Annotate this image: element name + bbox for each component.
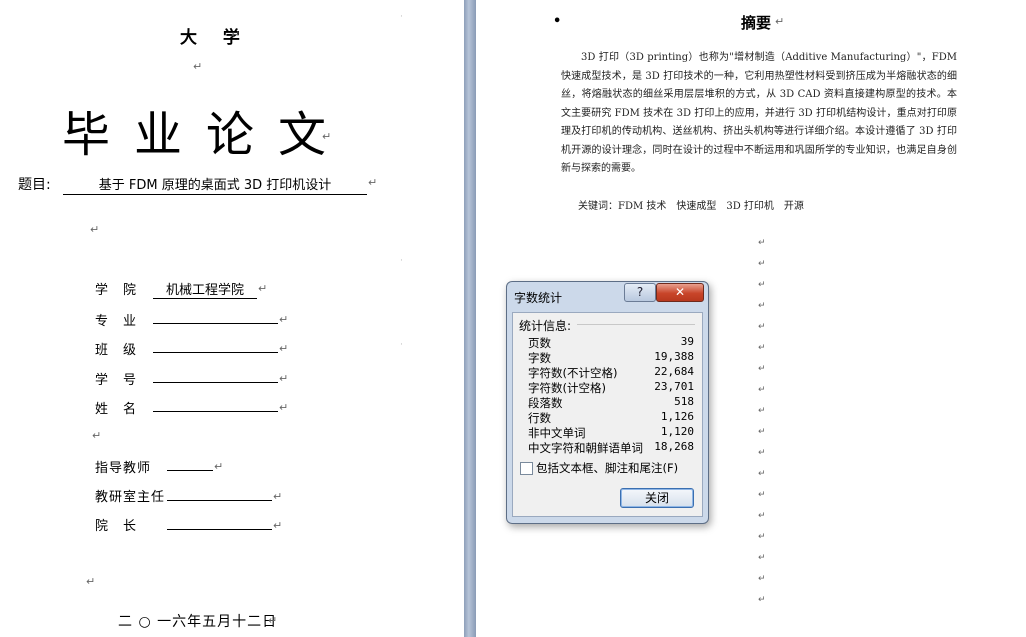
- stat-row: 中文字符和朝鲜语单词 18,268: [528, 440, 694, 455]
- stat-label: 字符数(计空格): [528, 381, 606, 395]
- paragraph-mark: ↵: [268, 614, 278, 627]
- paragraph-mark: ↵: [758, 427, 766, 437]
- paragraph-mark: ↵: [775, 15, 785, 28]
- paragraph-mark: ↵: [758, 385, 766, 395]
- field-label-name: 姓 名: [95, 402, 138, 417]
- margin-mark: ·: [400, 12, 403, 22]
- paragraph-mark: ↵: [758, 511, 766, 521]
- field-line-name[interactable]: [153, 411, 278, 412]
- stat-label: 页数: [528, 336, 551, 350]
- stat-label: 段落数: [528, 396, 563, 410]
- submission-date: 二 ○ 一六年五月十二日: [118, 614, 278, 630]
- field-line-class[interactable]: [153, 352, 278, 353]
- paragraph-mark: ↵: [758, 574, 766, 584]
- field-line-advisor[interactable]: [167, 470, 213, 471]
- paragraph-mark: ↵: [758, 448, 766, 458]
- paragraph-mark: ↵: [92, 429, 102, 442]
- paragraph-mark: ↵: [273, 490, 283, 503]
- paragraph-mark: ↵: [279, 372, 289, 385]
- field-line-student-id[interactable]: [153, 382, 278, 383]
- paragraph-mark: ↵: [758, 406, 766, 416]
- paragraph-mark: ↵: [758, 490, 766, 500]
- paragraph-mark: ↵: [758, 280, 766, 290]
- field-label-student-id: 学 号: [95, 373, 138, 388]
- paragraph-mark: ↵: [758, 553, 766, 563]
- stat-value: 23,701: [654, 380, 694, 393]
- topic-label: 题目:: [18, 177, 51, 193]
- thesis-title: 毕业论文: [62, 107, 351, 163]
- stat-row: 非中文单词 1,120: [528, 425, 694, 440]
- bullet-marker: •: [553, 14, 562, 29]
- topic-value: 基于 FDM 原理的桌面式 3D 打印机设计: [63, 174, 367, 195]
- paragraph-mark: ↵: [258, 282, 268, 295]
- field-label-class: 班 级: [95, 343, 138, 358]
- paragraph-mark: ↵: [758, 259, 766, 269]
- stat-value: 1,120: [660, 425, 694, 438]
- paragraph-mark: ↵: [758, 469, 766, 479]
- stat-row: 页数 39: [528, 335, 694, 350]
- paragraph-mark: ↵: [758, 532, 766, 542]
- paragraph-mark: ↵: [193, 60, 203, 73]
- keywords-line[interactable]: 关键词：FDM 技术 快速成型 3D 打印机 开源: [578, 197, 804, 212]
- field-line-dept-head[interactable]: [167, 500, 272, 501]
- stat-row: 字数 19,388: [528, 350, 694, 365]
- include-textboxes-label[interactable]: 包括文本框、脚注和尾注(F): [536, 460, 678, 476]
- page-gap: [464, 0, 476, 637]
- stat-value: 18,268: [654, 440, 694, 453]
- stats-separator: [577, 324, 695, 325]
- field-line-dean[interactable]: [167, 529, 272, 530]
- field-label-dean: 院 长: [95, 519, 138, 534]
- paragraph-mark: ↵: [758, 595, 766, 605]
- paragraph-mark: ↵: [368, 176, 378, 189]
- paragraph-mark: ↵: [758, 364, 766, 374]
- stat-label: 非中文单词: [528, 426, 586, 440]
- stat-label: 行数: [528, 411, 551, 425]
- stat-value: 19,388: [654, 350, 694, 363]
- paragraph-mark: ↵: [279, 342, 289, 355]
- paragraph-mark: ↵: [214, 460, 224, 473]
- stat-label: 字符数(不计空格): [528, 366, 618, 380]
- stat-row: 行数 1,126: [528, 410, 694, 425]
- paragraph-mark: ↵: [758, 238, 766, 248]
- paragraph-mark: ↵: [273, 519, 283, 532]
- stat-row: 字符数(计空格) 23,701: [528, 380, 694, 395]
- margin-mark: ·: [400, 340, 403, 350]
- field-label-dept-head: 教研室主任: [95, 490, 166, 505]
- field-label-college: 学 院: [95, 283, 138, 298]
- close-icon[interactable]: ✕: [656, 283, 704, 302]
- paragraph-mark: ↵: [86, 575, 96, 588]
- paragraph-mark: ↵: [758, 301, 766, 311]
- stat-row: 字符数(不计空格) 22,684: [528, 365, 694, 380]
- paragraph-mark: ↵: [758, 343, 766, 353]
- stat-label: 字数: [528, 351, 551, 365]
- margin-mark: ·: [400, 256, 403, 266]
- stat-row: 段落数 518: [528, 395, 694, 410]
- stat-value: 1,126: [660, 410, 694, 423]
- stat-label: 中文字符和朝鲜语单词: [528, 441, 643, 455]
- include-textboxes-checkbox[interactable]: [520, 462, 533, 475]
- paragraph-mark: ↵: [231, 28, 241, 41]
- stat-value: 39: [680, 335, 694, 348]
- dialog-title: 字数统计: [514, 291, 563, 305]
- field-label-advisor: 指导教师: [95, 461, 152, 476]
- stats-header: 统计信息:: [519, 319, 572, 333]
- stat-value: 22,684: [654, 365, 694, 378]
- paragraph-mark: ↵: [279, 401, 289, 414]
- abstract-title: 摘要: [741, 14, 772, 32]
- field-value-college: 机械工程学院: [153, 279, 257, 299]
- close-button[interactable]: 关闭: [620, 488, 694, 508]
- field-line-major[interactable]: [153, 323, 278, 324]
- paragraph-mark: ↵: [279, 313, 289, 326]
- help-button[interactable]: ?: [624, 283, 656, 302]
- paragraph-mark: ↵: [758, 322, 766, 332]
- stat-value: 518: [674, 395, 694, 408]
- paragraph-mark: ↵: [322, 130, 332, 143]
- paragraph-mark: ↵: [90, 223, 100, 236]
- field-label-major: 专 业: [95, 314, 138, 329]
- abstract-body[interactable]: 3D 打印（3D printing）也称为"增材制造（Additive Manu…: [561, 49, 957, 179]
